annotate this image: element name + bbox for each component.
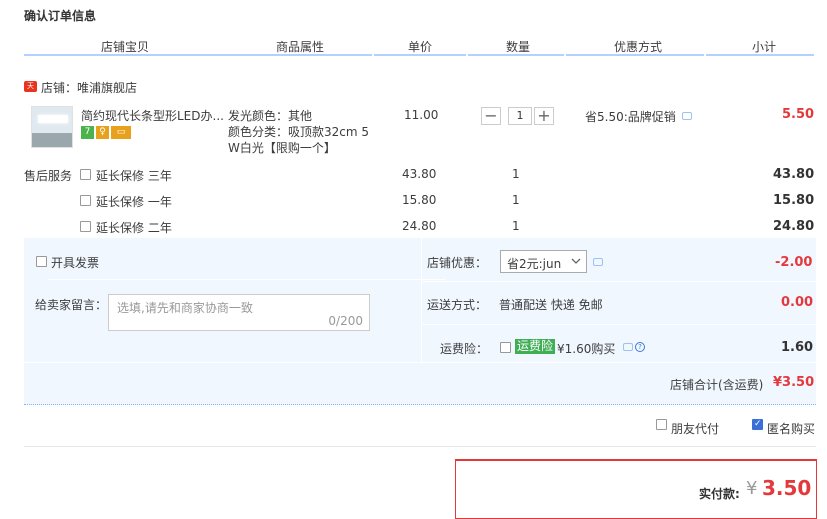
shop-total-label: 店铺合计(含运费) — [670, 378, 764, 392]
insurance-checkbox[interactable] — [500, 342, 511, 353]
attr-variant-cont: W白光【限购一个】 — [228, 141, 336, 155]
pay-amount: 3.50 — [762, 476, 812, 500]
insurance-text: ¥1.60购买 — [557, 342, 616, 356]
warranty-subtotal: 24.80 — [773, 219, 815, 234]
pay-currency: ¥ — [746, 478, 758, 499]
header-underline — [374, 54, 466, 56]
col-subtotal: 小计 — [752, 40, 777, 54]
insurance-label: 运费险： — [440, 342, 489, 356]
header-underline — [24, 54, 372, 56]
help-icon[interactable]: ? — [635, 342, 645, 352]
lamp-image — [38, 115, 68, 123]
warranty-option-name: 延长保修 一年 — [96, 195, 172, 209]
after-sale-label: 售后服务 — [24, 169, 73, 183]
chat-icon[interactable] — [682, 112, 692, 120]
message-placeholder: 选填,请先和商家协商一致 — [117, 301, 253, 315]
warranty-option-name: 延长保修 二年 — [96, 221, 172, 235]
header-underline — [468, 54, 564, 56]
warranty-subtotal: 43.80 — [773, 167, 815, 182]
friend-pay-checkbox[interactable] — [656, 419, 667, 430]
message-counter: 0/200 — [328, 314, 363, 328]
warranty-checkbox[interactable] — [80, 221, 91, 232]
credit-card-icon: ▭ — [111, 126, 131, 139]
warranty-price: 15.80 — [402, 193, 437, 207]
col-discount: 优惠方式 — [614, 40, 663, 54]
promo-text: 省5.50:品牌促销 — [585, 110, 676, 124]
divider — [421, 238, 422, 362]
friend-pay-label: 朋友代付 — [671, 422, 720, 436]
shop-discount-value: 省2元:jun — [507, 257, 562, 271]
anonymous-label: 匿名购买 — [767, 422, 816, 436]
warranty-subtotal: 15.80 — [773, 193, 815, 208]
attr-color: 发光颜色：其他 — [228, 109, 313, 123]
quantity-input[interactable]: 1 — [508, 107, 532, 125]
shop-discount-select[interactable]: 省2元:jun — [500, 250, 587, 273]
col-attributes: 商品属性 — [276, 40, 325, 54]
warranty-option-name: 延长保修 三年 — [96, 169, 172, 183]
warranty-checkbox[interactable] — [80, 195, 91, 206]
item-subtotal: 5.50 — [782, 107, 815, 122]
header-underline — [706, 54, 814, 56]
page-title: 确认订单信息 — [24, 9, 97, 23]
invoice-label: 开具发票 — [51, 256, 100, 270]
shipping-amount: 0.00 — [781, 295, 814, 310]
invoice-checkbox[interactable] — [36, 256, 47, 267]
shop-name-link[interactable]: 店铺：唯浦旗舰店 — [41, 79, 137, 96]
insurance-tag[interactable]: 运费险 — [515, 339, 556, 354]
chat-icon[interactable] — [623, 343, 633, 351]
col-shop-item: 店铺宝贝 — [101, 40, 150, 54]
product-thumbnail[interactable] — [31, 106, 73, 148]
message-textarea[interactable]: 选填,请先和商家协商一致 0/200 — [108, 294, 370, 331]
quantity-increase-button[interactable]: + — [534, 107, 554, 125]
shipping-label: 运送方式： — [427, 298, 488, 312]
shop-discount-amount: -2.00 — [775, 255, 813, 270]
insurance-amount: 1.60 — [781, 340, 814, 355]
message-label: 给卖家留言： — [35, 298, 108, 312]
warranty-qty: 1 — [512, 219, 520, 233]
warranty-price: 43.80 — [402, 167, 437, 181]
warranty-qty: 1 — [512, 193, 520, 207]
shop-discount-label: 店铺优惠： — [427, 256, 488, 270]
divider — [24, 446, 816, 447]
divider — [48, 279, 445, 280]
quantity-decrease-button[interactable]: − — [481, 107, 501, 125]
shipping-value: 普通配送 快递 免邮 — [499, 298, 603, 312]
tmall-shop-icon: 天猫 — [24, 81, 37, 101]
warranty-checkbox[interactable] — [80, 169, 91, 180]
seven-day-return-icon: 7 — [81, 126, 94, 139]
shop-total-amount: ¥3.50 — [773, 375, 815, 390]
divider — [421, 281, 816, 282]
warranty-price: 24.80 — [402, 219, 437, 233]
guarantee-icon: ♀ — [96, 126, 109, 139]
col-unit-price: 单价 — [408, 40, 433, 54]
unit-price: 11.00 — [404, 108, 439, 122]
header-underline — [566, 54, 704, 56]
col-quantity: 数量 — [506, 40, 531, 54]
payment-summary-box: 实付款: ¥ 3.50 — [455, 459, 817, 519]
pay-label: 实付款: — [699, 487, 740, 501]
warranty-qty: 1 — [512, 167, 520, 181]
product-title-link[interactable]: 简约现代长条型形LED办... — [81, 107, 227, 124]
divider — [24, 362, 816, 363]
attr-variant: 颜色分类：吸顶款32cm 5 — [228, 125, 370, 139]
table-header: 店铺宝贝 商品属性 单价 数量 优惠方式 小计 — [24, 38, 814, 56]
divider — [421, 324, 816, 325]
anonymous-checkbox[interactable] — [752, 419, 763, 430]
chevron-down-icon — [571, 258, 581, 264]
desk-image — [32, 133, 72, 147]
chat-icon[interactable] — [593, 258, 603, 266]
